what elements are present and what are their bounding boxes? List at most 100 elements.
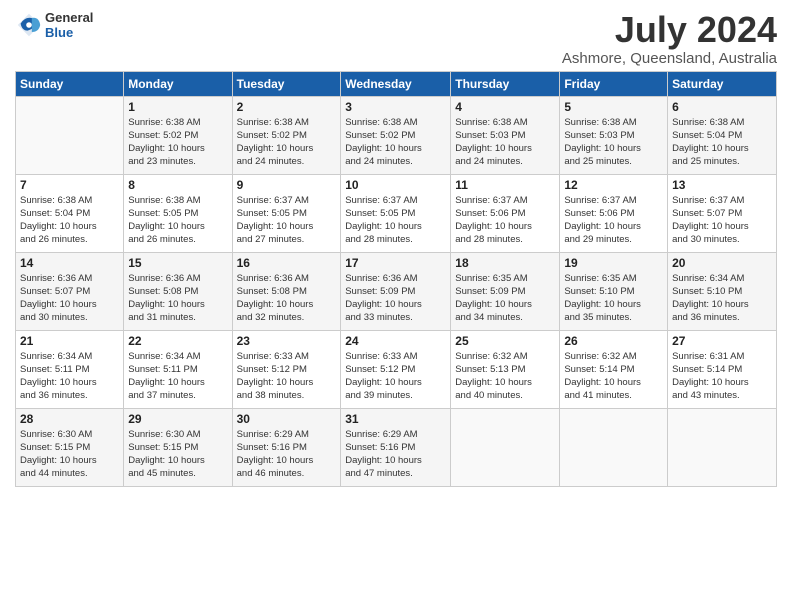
day-info: Sunrise: 6:34 AM Sunset: 5:11 PM Dayligh… — [20, 350, 119, 403]
calendar-cell: 1Sunrise: 6:38 AM Sunset: 5:02 PM Daylig… — [124, 96, 232, 174]
calendar-cell: 30 Sunrise: 6:29 AM Sunset: 5:16 PM Dayli… — [232, 408, 341, 486]
day-info: Sunrise: 6:37 AM Sunset: 5:07 PM Dayligh… — [672, 194, 772, 247]
logo-general: General — [45, 10, 93, 25]
day-info: Sunrise: 6:29 AM Sunset: 5:16 PM Dayligh… — [237, 428, 337, 481]
day-number: 18 — [455, 256, 555, 270]
day-info: Sunrise: 6:36 AM Sunset: 5:08 PM Dayligh… — [128, 272, 227, 325]
day-info: Sunrise: 6:38 AM Sunset: 5:02 PM Dayligh… — [345, 116, 446, 169]
day-info: Sunrise: 6:33 AM Sunset: 5:12 PM Dayligh… — [345, 350, 446, 403]
calendar-header-tuesday: Tuesday — [232, 71, 341, 96]
day-number: 29 — [128, 412, 227, 426]
calendar-week-row: 21 Sunrise: 6:34 AM Sunset: 5:11 PM Dayli… — [16, 330, 777, 408]
day-number: 14 — [20, 256, 119, 270]
calendar-cell: 24 Sunrise: 6:33 AM Sunset: 5:12 PM Dayli… — [341, 330, 451, 408]
calendar-cell: 25 Sunrise: 6:32 AM Sunset: 5:13 PM Dayli… — [451, 330, 560, 408]
day-number: 24 — [345, 334, 446, 348]
calendar-week-row: 14 Sunrise: 6:36 AM Sunset: 5:07 PM Dayli… — [16, 252, 777, 330]
calendar-cell: 17Sunrise: 6:36 AM Sunset: 5:09 PM Dayli… — [341, 252, 451, 330]
calendar-cell: 13 Sunrise: 6:37 AM Sunset: 5:07 PM Dayli… — [668, 174, 777, 252]
day-info: Sunrise: 6:36 AM Sunset: 5:07 PM Dayligh… — [20, 272, 119, 325]
day-number: 15 — [128, 256, 227, 270]
calendar-header-saturday: Saturday — [668, 71, 777, 96]
day-number: 10 — [345, 178, 446, 192]
day-number: 8 — [128, 178, 227, 192]
day-info: Sunrise: 6:31 AM Sunset: 5:14 PM Dayligh… — [672, 350, 772, 403]
calendar-cell: 26 Sunrise: 6:32 AM Sunset: 5:14 PM Dayli… — [560, 330, 668, 408]
day-number: 21 — [20, 334, 119, 348]
calendar-cell: 18Sunrise: 6:35 AM Sunset: 5:09 PM Dayli… — [451, 252, 560, 330]
day-info: Sunrise: 6:32 AM Sunset: 5:14 PM Dayligh… — [564, 350, 663, 403]
day-number: 23 — [237, 334, 337, 348]
day-number: 30 — [237, 412, 337, 426]
header: General Blue July 2024 Ashmore, Queensla… — [15, 10, 777, 67]
calendar-cell: 27Sunrise: 6:31 AM Sunset: 5:14 PM Dayli… — [668, 330, 777, 408]
day-info: Sunrise: 6:34 AM Sunset: 5:11 PM Dayligh… — [128, 350, 227, 403]
calendar-cell: 3 Sunrise: 6:38 AM Sunset: 5:02 PM Daylig… — [341, 96, 451, 174]
calendar-header-wednesday: Wednesday — [341, 71, 451, 96]
calendar-cell: 22 Sunrise: 6:34 AM Sunset: 5:11 PM Dayli… — [124, 330, 232, 408]
main-title: July 2024 — [562, 10, 777, 50]
calendar-header-friday: Friday — [560, 71, 668, 96]
day-info: Sunrise: 6:38 AM Sunset: 5:03 PM Dayligh… — [455, 116, 555, 169]
day-info: Sunrise: 6:36 AM Sunset: 5:08 PM Dayligh… — [237, 272, 337, 325]
calendar-cell: 23 Sunrise: 6:33 AM Sunset: 5:12 PM Dayli… — [232, 330, 341, 408]
calendar-cell: 8 Sunrise: 6:38 AM Sunset: 5:05 PM Daylig… — [124, 174, 232, 252]
day-number: 20 — [672, 256, 772, 270]
day-number: 9 — [237, 178, 337, 192]
calendar-cell: 7 Sunrise: 6:38 AM Sunset: 5:04 PM Daylig… — [16, 174, 124, 252]
day-info: Sunrise: 6:38 AM Sunset: 5:05 PM Dayligh… — [128, 194, 227, 247]
calendar-cell — [668, 408, 777, 486]
day-info: Sunrise: 6:29 AM Sunset: 5:16 PM Dayligh… — [345, 428, 446, 481]
day-number: 3 — [345, 100, 446, 114]
logo-blue: Blue — [45, 25, 93, 40]
day-number: 6 — [672, 100, 772, 114]
day-info: Sunrise: 6:37 AM Sunset: 5:05 PM Dayligh… — [345, 194, 446, 247]
calendar-week-row: 1Sunrise: 6:38 AM Sunset: 5:02 PM Daylig… — [16, 96, 777, 174]
calendar-cell: 31 Sunrise: 6:29 AM Sunset: 5:16 PM Dayli… — [341, 408, 451, 486]
day-number: 13 — [672, 178, 772, 192]
day-number: 5 — [564, 100, 663, 114]
calendar-cell: 21 Sunrise: 6:34 AM Sunset: 5:11 PM Dayli… — [16, 330, 124, 408]
logo-icon — [15, 11, 43, 39]
calendar-cell: 20 Sunrise: 6:34 AM Sunset: 5:10 PM Dayli… — [668, 252, 777, 330]
day-info: Sunrise: 6:32 AM Sunset: 5:13 PM Dayligh… — [455, 350, 555, 403]
day-info: Sunrise: 6:33 AM Sunset: 5:12 PM Dayligh… — [237, 350, 337, 403]
day-info: Sunrise: 6:30 AM Sunset: 5:15 PM Dayligh… — [20, 428, 119, 481]
calendar-table: SundayMondayTuesdayWednesdayThursdayFrid… — [15, 71, 777, 487]
day-info: Sunrise: 6:30 AM Sunset: 5:15 PM Dayligh… — [128, 428, 227, 481]
subtitle: Ashmore, Queensland, Australia — [562, 50, 777, 67]
calendar-cell: 15 Sunrise: 6:36 AM Sunset: 5:08 PM Dayli… — [124, 252, 232, 330]
day-info: Sunrise: 6:38 AM Sunset: 5:02 PM Dayligh… — [128, 116, 227, 169]
day-info: Sunrise: 6:36 AM Sunset: 5:09 PM Dayligh… — [345, 272, 446, 325]
calendar-week-row: 28Sunrise: 6:30 AM Sunset: 5:15 PM Dayli… — [16, 408, 777, 486]
day-number: 25 — [455, 334, 555, 348]
calendar-cell: 14 Sunrise: 6:36 AM Sunset: 5:07 PM Dayli… — [16, 252, 124, 330]
day-number: 12 — [564, 178, 663, 192]
day-info: Sunrise: 6:38 AM Sunset: 5:03 PM Dayligh… — [564, 116, 663, 169]
day-number: 4 — [455, 100, 555, 114]
day-info: Sunrise: 6:38 AM Sunset: 5:04 PM Dayligh… — [20, 194, 119, 247]
calendar-cell: 16 Sunrise: 6:36 AM Sunset: 5:08 PM Dayli… — [232, 252, 341, 330]
calendar-cell: 28Sunrise: 6:30 AM Sunset: 5:15 PM Dayli… — [16, 408, 124, 486]
day-info: Sunrise: 6:34 AM Sunset: 5:10 PM Dayligh… — [672, 272, 772, 325]
calendar-cell: 12Sunrise: 6:37 AM Sunset: 5:06 PM Dayli… — [560, 174, 668, 252]
day-number: 2 — [237, 100, 337, 114]
calendar-cell: 9 Sunrise: 6:37 AM Sunset: 5:05 PM Daylig… — [232, 174, 341, 252]
day-info: Sunrise: 6:37 AM Sunset: 5:05 PM Dayligh… — [237, 194, 337, 247]
calendar-cell — [16, 96, 124, 174]
day-number: 7 — [20, 178, 119, 192]
day-number: 31 — [345, 412, 446, 426]
day-number: 26 — [564, 334, 663, 348]
day-info: Sunrise: 6:38 AM Sunset: 5:04 PM Dayligh… — [672, 116, 772, 169]
day-info: Sunrise: 6:35 AM Sunset: 5:10 PM Dayligh… — [564, 272, 663, 325]
day-number: 11 — [455, 178, 555, 192]
calendar-cell: 4 Sunrise: 6:38 AM Sunset: 5:03 PM Daylig… — [451, 96, 560, 174]
calendar-cell: 6 Sunrise: 6:38 AM Sunset: 5:04 PM Daylig… — [668, 96, 777, 174]
title-block: July 2024 Ashmore, Queensland, Australia — [562, 10, 777, 67]
calendar-cell — [560, 408, 668, 486]
day-number: 16 — [237, 256, 337, 270]
calendar-header-thursday: Thursday — [451, 71, 560, 96]
day-number: 22 — [128, 334, 227, 348]
calendar-header-sunday: Sunday — [16, 71, 124, 96]
day-info: Sunrise: 6:38 AM Sunset: 5:02 PM Dayligh… — [237, 116, 337, 169]
